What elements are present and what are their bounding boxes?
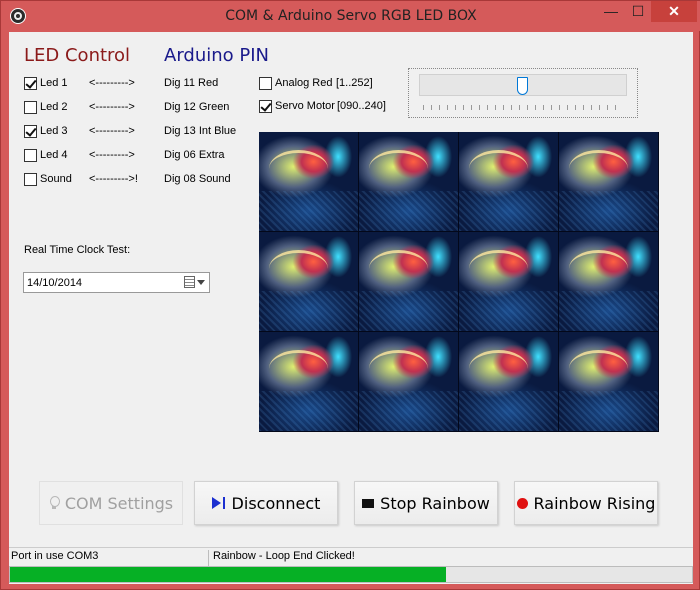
led3-label: Led 3 [40,125,68,137]
disconnect-label: Disconnect [231,493,321,513]
rainbow-rising-button[interactable]: Rainbow Rising [514,481,658,525]
led-image-tile [259,232,359,332]
minimize-button[interactable]: — [598,1,624,22]
disconnect-button[interactable]: Disconnect [194,481,338,525]
led-image-grid [259,132,659,432]
play-end-icon [211,496,226,510]
servo-motor-label: Servo Motor [275,100,335,112]
sound-checkbox[interactable]: Sound [24,171,72,187]
checkbox-box[interactable] [259,99,272,113]
date-value: 14/10/2014 [27,277,83,289]
maximize-button[interactable]: ☐ [625,1,651,22]
sound-label: Sound [40,173,72,185]
led4-pin: Dig 06 Extra [164,149,225,161]
led-image-tile [459,332,559,432]
com-settings-label: COM Settings [64,493,174,513]
servo-motor-range: [090..240] [337,100,386,112]
led2-pin: Dig 12 Green [164,101,230,113]
led2-arrow: <---------> [89,101,135,113]
led2-checkbox[interactable]: Led 2 [24,99,68,115]
date-picker[interactable]: 14/10/2014 [23,272,210,293]
chevron-down-icon [197,280,205,285]
window-title: COM & Arduino Servo RGB LED BOX [225,8,477,24]
led-image-tile [459,232,559,332]
led3-checkbox[interactable]: Led 3 [24,123,68,139]
client-area: LED Control Arduino PIN Led 1 <---------… [9,32,693,584]
checkbox-box[interactable] [24,100,37,114]
record-icon [516,497,528,509]
led-image-tile [259,332,359,432]
checkbox-box[interactable] [24,148,37,162]
checkbox-box[interactable] [24,172,37,186]
led1-pin: Dig 11 Red [164,77,219,89]
checkbox-box[interactable] [24,76,37,90]
led1-checkbox[interactable]: Led 1 [24,75,68,91]
led4-label: Led 4 [40,149,68,161]
servo-slider[interactable] [408,68,638,118]
sound-pin: Dig 08 Sound [164,173,231,185]
progress-fill [10,567,447,582]
checkbox-box[interactable] [24,124,37,138]
close-button[interactable]: ✕ [651,1,697,22]
slider-thumb[interactable] [517,77,528,95]
rainbow-rising-label: Rainbow Rising [533,493,656,513]
led4-arrow: <---------> [89,149,135,161]
led-image-tile [559,232,659,332]
analog-red-range: [1..252] [336,77,373,89]
checkbox-box[interactable] [259,76,272,90]
calendar-icon [184,276,195,288]
led2-label: Led 2 [40,101,68,113]
led-control-heading: LED Control [24,45,131,66]
led-image-tile [459,132,559,232]
analog-red-checkbox[interactable]: Analog Red [259,75,333,91]
stop-rainbow-button[interactable]: Stop Rainbow [354,481,498,525]
analog-red-label: Analog Red [275,77,333,89]
led-image-tile [259,132,359,232]
calendar-dropdown-button[interactable] [184,276,206,289]
app-window: COM & Arduino Servo RGB LED BOX — ☐ ✕ LE… [0,0,700,590]
status-port: Port in use COM3 [11,550,209,566]
sound-arrow: <--------->! [89,173,138,185]
led-image-tile [559,332,659,432]
status-bar: Port in use COM3 Rainbow - Loop End Clic… [9,547,693,566]
led1-label: Led 1 [40,77,68,89]
led3-pin: Dig 13 Int Blue [164,125,237,137]
com-settings-button[interactable]: COM Settings [39,481,183,525]
lightbulb-icon [49,496,60,510]
led-image-tile [359,332,459,432]
led4-checkbox[interactable]: Led 4 [24,147,68,163]
stop-rainbow-label: Stop Rainbow [380,493,490,513]
servo-motor-checkbox[interactable]: Servo Motor [259,98,335,114]
led-image-tile [359,232,459,332]
slider-ticks [423,105,623,110]
arduino-pin-heading: Arduino PIN [164,45,270,66]
led-image-tile [359,132,459,232]
stop-icon [362,498,375,508]
rtc-label: Real Time Clock Test: [24,244,131,256]
led1-arrow: <---------> [89,77,135,89]
led3-arrow: <---------> [89,125,135,137]
progress-bar [9,566,693,583]
status-message: Rainbow - Loop End Clicked! [213,550,355,562]
led-image-tile [559,132,659,232]
title-bar[interactable]: COM & Arduino Servo RGB LED BOX — ☐ ✕ [1,1,700,31]
